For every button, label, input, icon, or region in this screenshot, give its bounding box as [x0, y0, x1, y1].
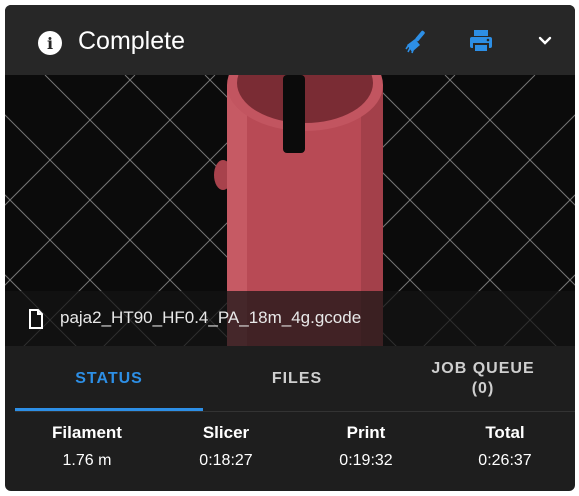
info-icon: i: [38, 31, 62, 55]
stat-label: Print: [346, 423, 386, 442]
clear-button[interactable]: [401, 25, 433, 57]
stat-value: 0:26:37: [478, 452, 532, 469]
stat-filament: Filament 1.76 m: [17, 423, 157, 470]
tab-files[interactable]: FILES: [203, 346, 391, 412]
tab-bar: STATUS FILES JOB QUEUE (0): [15, 346, 575, 412]
stat-value: 1.76 m: [62, 452, 112, 469]
stat-value: 0:19:32: [339, 452, 393, 469]
chevron-down-icon: [538, 36, 552, 45]
active-tab-indicator: [15, 408, 203, 411]
stat-slicer: Slicer 0:18:27: [156, 423, 296, 470]
stat-print: Print 0:19:32: [296, 423, 436, 470]
file-icon: [29, 309, 43, 329]
filename-bar: paja2_HT90_HF0.4_PA_18m_4g.gcode: [5, 291, 575, 346]
printer-icon: [470, 30, 492, 53]
stat-label: Filament: [52, 423, 122, 442]
reprint-button[interactable]: [465, 25, 497, 57]
file-name: paja2_HT90_HF0.4_PA_18m_4g.gcode: [60, 308, 362, 327]
stat-total: Total 0:26:37: [435, 423, 575, 470]
printer-status-card: i Complete paja2_HT90_HF0.4_PA_18m_4g.gc…: [5, 5, 575, 491]
tab-status[interactable]: STATUS: [15, 346, 203, 412]
stat-value: 0:18:27: [199, 452, 253, 469]
status-title: Complete: [78, 27, 185, 55]
broom-icon: [405, 30, 425, 54]
print-stats: Filament 1.76 m Slicer 0:18:27 Print 0:1…: [15, 423, 575, 483]
collapse-button[interactable]: [529, 25, 561, 57]
stat-label: Total: [485, 423, 525, 442]
stat-label: Slicer: [202, 423, 250, 442]
tab-job-queue[interactable]: JOB QUEUE (0): [391, 346, 575, 412]
card-header: i Complete: [5, 5, 575, 75]
